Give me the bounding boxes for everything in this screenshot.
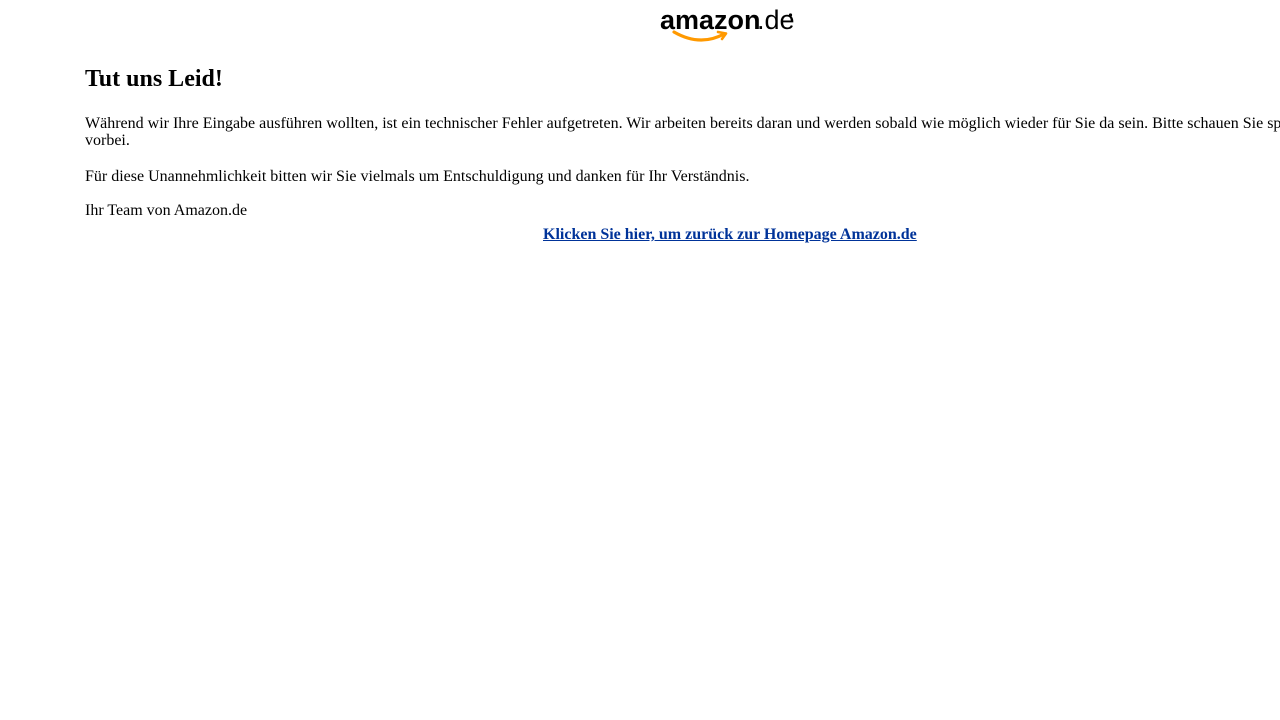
logo-wordmark: amazon <box>660 5 761 35</box>
amazon-logo: amazon .de <box>660 5 795 45</box>
apology-text: Für diese Unannehmlichkeit bitten wir Si… <box>85 168 750 185</box>
amazon-logo-graphic: amazon .de <box>660 5 795 42</box>
error-title: Tut uns Leid! <box>85 66 223 92</box>
error-content: Tut uns Leid! Während wir Ihre Eingabe a… <box>85 64 1280 243</box>
logo-suffix: .de <box>757 5 795 35</box>
error-message: Während wir Ihre Eingabe ausführen wollt… <box>85 115 1280 149</box>
homepage-link[interactable]: Klicken Sie hier, um zurück zur Homepage… <box>543 226 917 243</box>
logo-trademark-dot <box>788 13 793 17</box>
signature-text: Ihr Team von Amazon.de <box>85 202 248 219</box>
